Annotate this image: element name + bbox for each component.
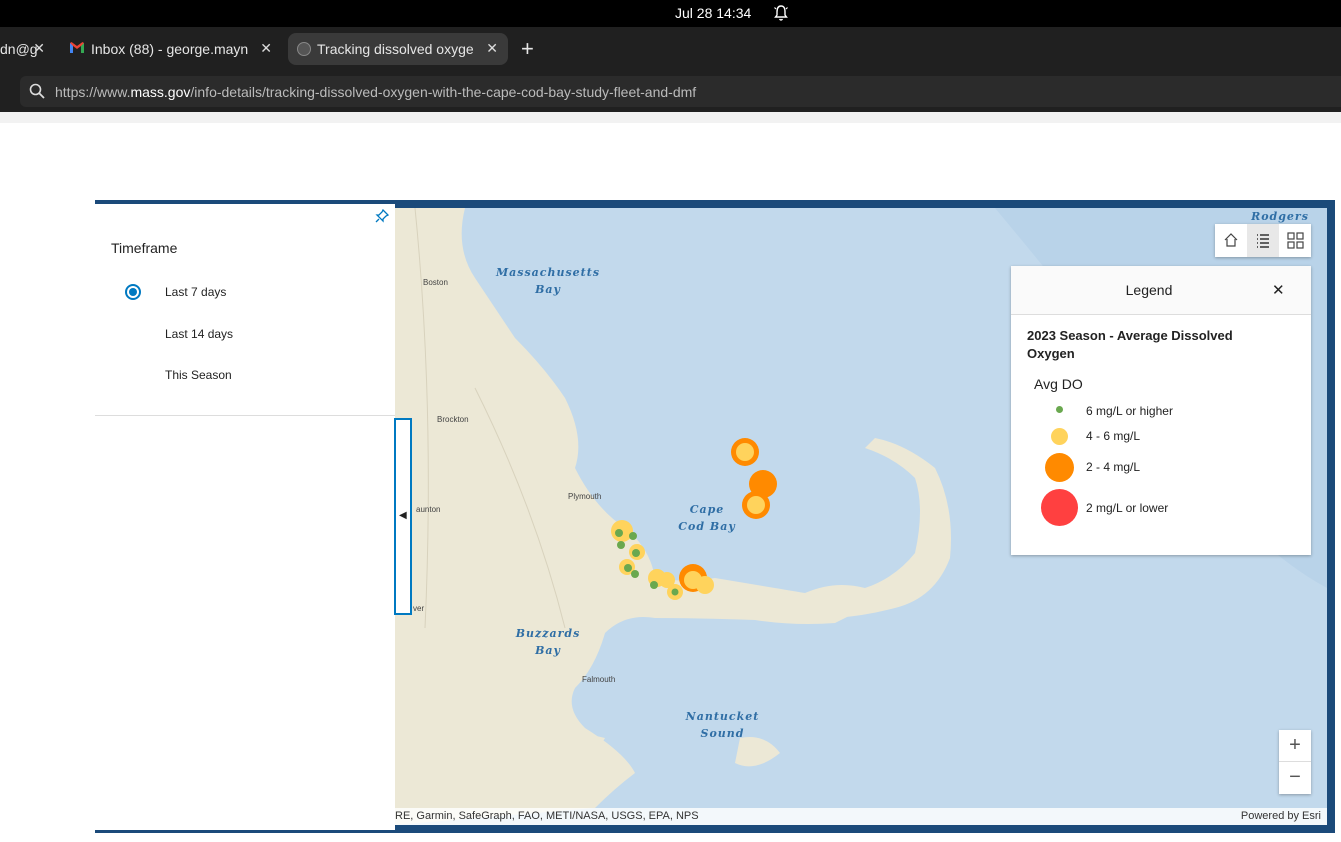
url-text: https://www.mass.gov/info-details/tracki… [55, 84, 697, 100]
pin-icon[interactable] [375, 209, 389, 223]
tab-other[interactable]: dn@g ✕ [0, 33, 55, 65]
zoom-control: + − [1279, 730, 1311, 794]
point-6-plus[interactable] [624, 564, 632, 572]
point-6-plus[interactable] [615, 529, 623, 537]
map-attribution: RE, Garmin, SafeGraph, FAO, METI/NASA, U… [395, 808, 1327, 825]
tab-inbox[interactable]: Inbox (88) - george.mayn ✕ [60, 33, 282, 65]
zoom-in-button[interactable]: + [1279, 730, 1311, 762]
gmail-icon [70, 42, 84, 53]
tab-title: Tracking dissolved oxyge [317, 41, 474, 57]
tab-title: dn@g [0, 41, 38, 57]
legend-label: 4 - 6 mg/L [1086, 429, 1141, 443]
legend-panel: Legend ✕ 2023 Season - Average Dissolved… [1011, 266, 1311, 555]
option-last-7-days[interactable]: Last 7 days [165, 285, 226, 299]
legend-field: Avg DO [1034, 376, 1083, 392]
legend-header: Legend ✕ [1011, 266, 1311, 315]
legend-row: 2 mg/L or lower [1011, 489, 1311, 527]
point-6-plus[interactable] [671, 588, 679, 596]
legend-label: 2 - 4 mg/L [1086, 460, 1141, 474]
page-header-strip [0, 112, 1341, 123]
legend-swatch [1051, 428, 1068, 445]
point-6-plus[interactable] [631, 570, 639, 578]
point-4-6[interactable] [696, 576, 714, 594]
point-4-6[interactable] [736, 443, 754, 461]
home-icon [1224, 233, 1238, 247]
legend-swatch [1041, 489, 1078, 526]
powered-by-esri[interactable]: Powered by Esri [1241, 810, 1321, 822]
legend-label: 6 mg/L or higher [1086, 404, 1173, 418]
legend-label: 2 mg/L or lower [1086, 501, 1169, 515]
new-tab-button[interactable]: + [521, 36, 534, 62]
address-bar[interactable]: https://www.mass.gov/info-details/tracki… [20, 76, 1341, 107]
map-tools [1215, 224, 1311, 257]
legend-button[interactable] [1247, 224, 1279, 257]
caret-left-icon: ◀ [399, 510, 407, 521]
option-this-season[interactable]: This Season [165, 368, 232, 382]
list-icon [1257, 234, 1269, 248]
point-4-6[interactable] [747, 496, 765, 514]
close-tab-icon[interactable]: ✕ [486, 40, 498, 57]
url-bar-area: https://www.mass.gov/info-details/tracki… [0, 71, 1341, 112]
mass-gov-favicon-icon [297, 42, 311, 56]
tab-title: Inbox (88) - george.mayn [91, 41, 249, 57]
basemap-gallery-button[interactable] [1279, 224, 1311, 257]
system-top-bar: Jul 28 14:34 [0, 0, 1341, 27]
home-button[interactable] [1215, 224, 1247, 257]
close-icon[interactable]: ✕ [1272, 281, 1285, 299]
point-6-plus[interactable] [650, 581, 658, 589]
point-6-plus[interactable] [629, 532, 637, 540]
legend-swatch [1056, 406, 1063, 413]
zoom-out-button[interactable]: − [1279, 762, 1311, 794]
close-tab-icon[interactable]: ✕ [33, 40, 45, 57]
browser-tab-bar: dn@g ✕ Inbox (88) - george.mayn ✕ Tracki… [0, 27, 1341, 71]
close-tab-icon[interactable]: ✕ [260, 40, 272, 57]
radio-last-7-days[interactable] [125, 284, 141, 300]
clock: Jul 28 14:34 [675, 5, 752, 21]
timeframe-panel: Timeframe Last 7 days Last 14 days This … [95, 204, 395, 830]
qr-grid-icon [1287, 232, 1304, 249]
legend-swatch [1045, 453, 1074, 482]
tab-tracking[interactable]: Tracking dissolved oxyge ✕ [288, 33, 508, 65]
search-icon [29, 83, 45, 99]
attribution-sources: RE, Garmin, SafeGraph, FAO, METI/NASA, U… [395, 810, 699, 822]
legend-title: Legend [1125, 282, 1173, 298]
legend-row: 4 - 6 mg/L [1011, 426, 1311, 446]
option-last-14-days[interactable]: Last 14 days [165, 327, 233, 341]
legend-row: 2 - 4 mg/L [1011, 452, 1311, 482]
point-6-plus[interactable] [617, 541, 625, 549]
point-6-plus[interactable] [632, 549, 640, 557]
timeframe-title: Timeframe [111, 240, 178, 256]
collapse-panel-button[interactable]: ◀ [394, 418, 412, 615]
bell-icon[interactable] [773, 4, 789, 22]
divider [95, 415, 395, 416]
legend-layer-title: 2023 Season - Average Dissolved Oxygen [1027, 328, 1233, 361]
legend-row: 6 mg/L or higher [1011, 402, 1311, 420]
